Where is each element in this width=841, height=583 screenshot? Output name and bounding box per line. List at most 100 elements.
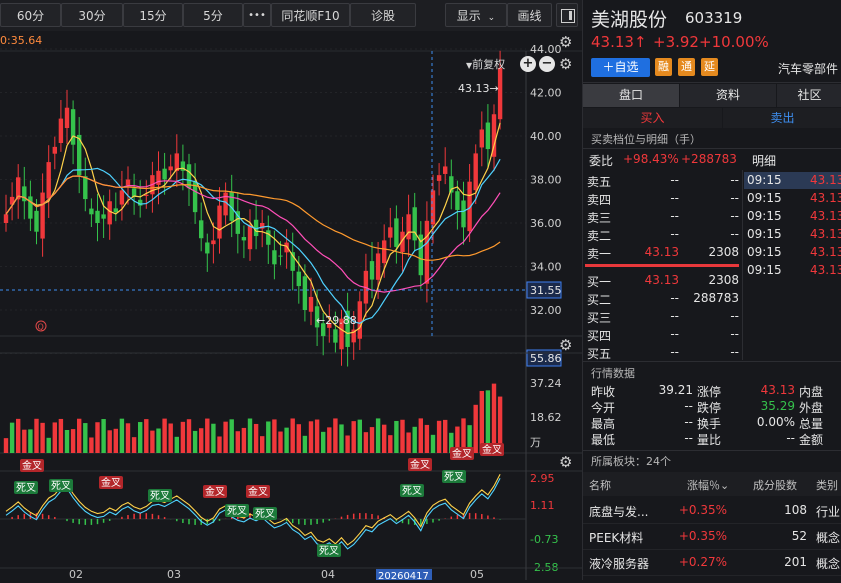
price-tick-label: 40.00: [530, 130, 562, 143]
bid-level-price[interactable]: 43.13: [643, 273, 679, 287]
zoom-out-icon[interactable]: −: [539, 56, 555, 72]
candle-body: [406, 214, 411, 240]
volume-bar: [394, 420, 399, 453]
volume-bar: [369, 427, 375, 453]
bid-level-volume: --: [730, 345, 739, 359]
period-15min-button[interactable]: 15分: [123, 3, 183, 27]
more-periods-button[interactable]: •••: [243, 3, 271, 27]
ask-level-price[interactable]: --: [643, 227, 679, 241]
kline-chart-area[interactable]: 44.0042.0040.0038.0036.0034.0032.0030.00…: [0, 31, 582, 582]
period-5min-button[interactable]: 5分: [183, 3, 243, 27]
date-box-label: 20260417: [378, 571, 429, 580]
golden-cross-label: 金叉: [20, 459, 44, 472]
quote-label: 内盘: [799, 385, 824, 399]
volume-bar: [168, 423, 173, 453]
volume-bar: [278, 431, 283, 453]
tab-shequ[interactable]: 社区: [777, 84, 841, 107]
col-name[interactable]: 名称: [589, 477, 611, 493]
tab-ziliao[interactable]: 资料: [680, 84, 776, 107]
volume-bar: [363, 432, 369, 453]
tick-price: 43.13: [810, 227, 841, 241]
industry-label[interactable]: 汽车零部件: [778, 60, 838, 77]
candle-body: [302, 276, 308, 310]
period-30min-button[interactable]: 30分: [61, 3, 123, 27]
display-dropdown[interactable]: 显示 ⌄: [445, 3, 507, 27]
volume-bar: [388, 435, 393, 453]
bid-level-price[interactable]: --: [643, 345, 679, 359]
tick-row[interactable]: 09:15 43.13: [744, 226, 841, 243]
f10-button[interactable]: 同花顺F10: [271, 3, 350, 27]
bid-level-price[interactable]: --: [643, 327, 679, 341]
volume-bar: [192, 430, 198, 453]
quote-panel: 美湖股份 603319 43.13↑ +3.92 +10.00% ＋自选 融 通…: [582, 0, 841, 580]
zoom-in-icon[interactable]: +: [520, 56, 536, 72]
cross-label-text: 金叉: [205, 485, 225, 498]
candle-body: [199, 220, 204, 239]
candle-body: [58, 118, 64, 143]
adjust-dropdown[interactable]: ▼前复权: [466, 56, 505, 72]
tick-price: 43.13: [810, 245, 841, 259]
sector-count: 108: [784, 503, 807, 517]
tick-time: 09:15: [747, 263, 782, 277]
candle-body: [113, 208, 118, 213]
quote-label: 金额: [799, 433, 824, 447]
tick-row[interactable]: 09:15 43.13: [744, 244, 841, 261]
sector-row[interactable]: 底盘与发... +0.35% 108 行业: [583, 498, 841, 524]
candle-body: [485, 122, 491, 150]
tick-row[interactable]: 09:15 43.13: [744, 172, 841, 189]
extend-badge[interactable]: 延: [701, 58, 718, 76]
candle-body: [461, 200, 466, 228]
buy-tab[interactable]: 买入: [583, 108, 722, 128]
cross-label-text: 死叉: [51, 480, 71, 492]
volume-bar: [345, 435, 350, 453]
volume-bar: [9, 422, 15, 453]
tab-pankou[interactable]: 盘口: [583, 84, 679, 107]
diagnose-button[interactable]: 诊股: [350, 3, 416, 27]
sector-name: 液冷服务器: [589, 557, 650, 571]
candle-body: [83, 176, 88, 200]
ask-level-price[interactable]: --: [643, 191, 679, 205]
add-watchlist-button[interactable]: ＋自选: [591, 58, 650, 77]
period-60min-button[interactable]: 60分: [0, 3, 61, 27]
ask-level-price[interactable]: --: [643, 173, 679, 187]
draw-line-button[interactable]: 画线: [507, 3, 552, 27]
candle-body: [455, 191, 460, 210]
tick-row[interactable]: 09:15 43.13: [744, 190, 841, 207]
bid-level-label: 买二: [587, 293, 612, 307]
panel-toggle-icon: [561, 9, 575, 23]
volume-bar: [131, 437, 137, 453]
sell-tab[interactable]: 卖出: [723, 108, 841, 128]
death-cross-label: 死叉: [225, 504, 249, 517]
volume-bar: [272, 419, 277, 453]
tick-row[interactable]: 09:15 43.13: [744, 262, 841, 279]
bid-level-price[interactable]: --: [643, 291, 679, 305]
volume-bar: [180, 421, 186, 453]
connect-badge[interactable]: 通: [678, 58, 695, 76]
volume-tick-label: 37.24: [530, 377, 562, 390]
sector-row[interactable]: PEEK材料 +0.35% 52 概念: [583, 524, 841, 550]
sector-row[interactable]: 液冷服务器 +0.27% 201 概念: [583, 550, 841, 576]
ask-level-price[interactable]: 43.13: [643, 245, 679, 259]
kline-chart-svg[interactable]: 44.0042.0040.0038.0036.0034.0032.0030.00…: [0, 31, 582, 582]
candle-body: [333, 329, 338, 343]
volume-bar: [77, 418, 82, 453]
quote-label: 总量: [799, 417, 824, 431]
margin-badge[interactable]: 融: [655, 58, 672, 76]
ask-level-volume: --: [730, 227, 739, 241]
col-count[interactable]: 成分股数: [753, 477, 797, 493]
col-type[interactable]: 类别: [816, 477, 838, 493]
tick-row[interactable]: 09:15 43.13: [744, 208, 841, 225]
candle-body: [34, 210, 39, 232]
gear-icon[interactable]: ⚙: [559, 55, 572, 73]
col-pct[interactable]: 涨幅％⌄: [687, 477, 729, 493]
ask-level-price[interactable]: --: [643, 209, 679, 223]
bid-level-price[interactable]: --: [643, 309, 679, 323]
toggle-panel-button[interactable]: [556, 3, 578, 27]
macd-settings-gear-icon[interactable]: ⚙: [559, 453, 572, 471]
volume-bar: [375, 418, 381, 453]
settings-top-icon[interactable]: ⚙: [559, 33, 572, 51]
volume-settings-gear-icon[interactable]: ⚙: [559, 336, 572, 354]
candle-body: [357, 301, 362, 339]
volume-bar: [150, 430, 155, 453]
candle-body: [241, 237, 247, 241]
